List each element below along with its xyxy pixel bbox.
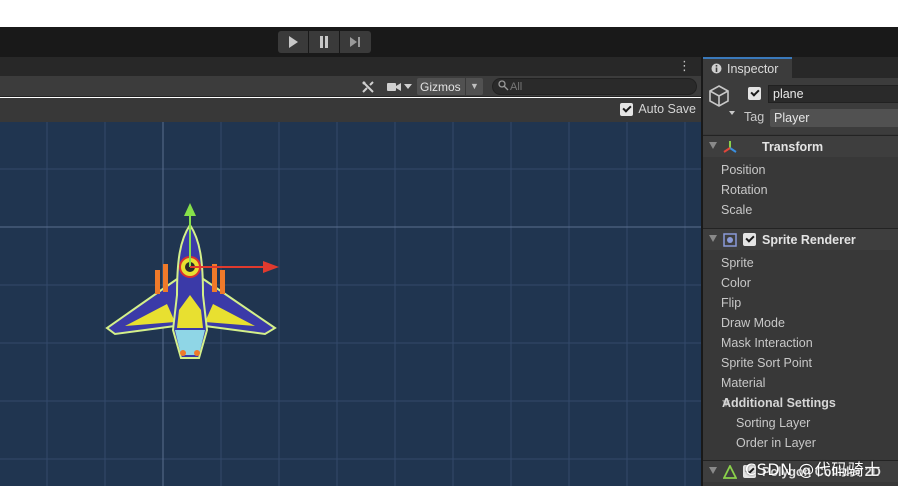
autosave-label: Auto Save <box>638 102 696 116</box>
additional-settings-title: Additional Settings <box>722 396 836 410</box>
prop-sorting-layer[interactable]: Sorting Layer <box>736 416 810 430</box>
tag-dropdown[interactable]: Player <box>770 109 898 127</box>
scene-view[interactable] <box>0 122 701 486</box>
step-icon <box>350 37 360 47</box>
gizmos-button[interactable]: Gizmos ▼ <box>417 78 483 95</box>
main-toolbar <box>0 27 898 57</box>
gameobject-name-field[interactable] <box>768 85 898 103</box>
prop-flip[interactable]: Flip <box>721 296 741 310</box>
watermark: CSDN @代码骑士 <box>745 460 881 479</box>
sprite-renderer-header[interactable]: Sprite Renderer <box>703 228 898 250</box>
scene-search[interactable] <box>492 78 697 95</box>
sprite-renderer-fold-icon[interactable] <box>709 235 717 242</box>
transform-header[interactable]: Transform <box>703 135 898 157</box>
gameobject-active-checkbox[interactable] <box>748 87 761 100</box>
play-button[interactable] <box>278 31 309 53</box>
prop-rotation[interactable]: Rotation <box>721 183 768 197</box>
gameobject-header: Tag Player <box>703 78 898 134</box>
playmode-controls <box>278 31 371 53</box>
transform-icon <box>723 141 737 153</box>
inspector-panel: Inspector Tag Player Transform Position … <box>703 57 898 486</box>
additional-settings-foldout[interactable]: Additional Settings <box>703 393 898 413</box>
search-input[interactable] <box>510 80 690 93</box>
gizmos-separator <box>465 78 466 95</box>
autosave-toggle[interactable]: Auto Save <box>620 102 696 116</box>
sprite-renderer-enabled-checkbox[interactable] <box>743 233 756 246</box>
play-icon <box>289 36 298 48</box>
gameobject-cube-icon[interactable] <box>708 83 740 117</box>
scene-tab-bar: ⋮ <box>0 57 701 76</box>
tools-toggle-button[interactable] <box>359 78 377 95</box>
inspector-tab-bar: Inspector <box>703 57 898 78</box>
transform-title: Transform <box>762 140 824 154</box>
window-top-strip <box>0 0 898 27</box>
tab-inspector[interactable]: Inspector <box>703 57 792 78</box>
prefab-mode-bar: Auto Save <box>0 98 701 122</box>
autosave-checkbox[interactable] <box>620 102 634 116</box>
info-icon <box>711 63 722 74</box>
prop-sprite-sort-point[interactable]: Sprite Sort Point <box>721 356 812 370</box>
prop-position[interactable]: Position <box>721 163 765 177</box>
wrench-cross-icon <box>362 80 374 93</box>
transform-fold-icon[interactable] <box>709 142 717 149</box>
prop-draw-mode[interactable]: Draw Mode <box>721 316 785 330</box>
prop-scale[interactable]: Scale <box>721 203 752 217</box>
camera-settings-dropdown[interactable] <box>385 78 413 95</box>
plane-sprite[interactable] <box>95 200 285 365</box>
scene-more-menu[interactable]: ⋮ <box>678 58 691 74</box>
prop-sprite[interactable]: Sprite <box>721 256 754 270</box>
search-icon <box>498 80 509 91</box>
tab-inspector-label: Inspector <box>727 61 779 76</box>
polygon-collider-icon <box>723 465 737 479</box>
pause-icon <box>320 36 328 48</box>
scene-toolbar: Gizmos ▼ <box>0 76 701 97</box>
polygon-collider-fold-icon[interactable] <box>709 467 717 474</box>
chevron-down-icon <box>403 84 412 89</box>
step-button[interactable] <box>340 31 371 53</box>
prop-material[interactable]: Material <box>721 376 765 390</box>
sprite-renderer-title: Sprite Renderer <box>762 233 856 247</box>
sprite-renderer-icon <box>723 233 737 247</box>
pause-button[interactable] <box>309 31 340 53</box>
camera-icon <box>386 82 401 91</box>
prop-order-in-layer[interactable]: Order in Layer <box>736 436 816 450</box>
gizmos-label: Gizmos <box>420 79 461 94</box>
gizmos-dropdown-icon[interactable]: ▼ <box>470 78 479 95</box>
prop-mask-interaction[interactable]: Mask Interaction <box>721 336 813 350</box>
tag-label: Tag <box>744 110 765 124</box>
prop-color[interactable]: Color <box>721 276 751 290</box>
